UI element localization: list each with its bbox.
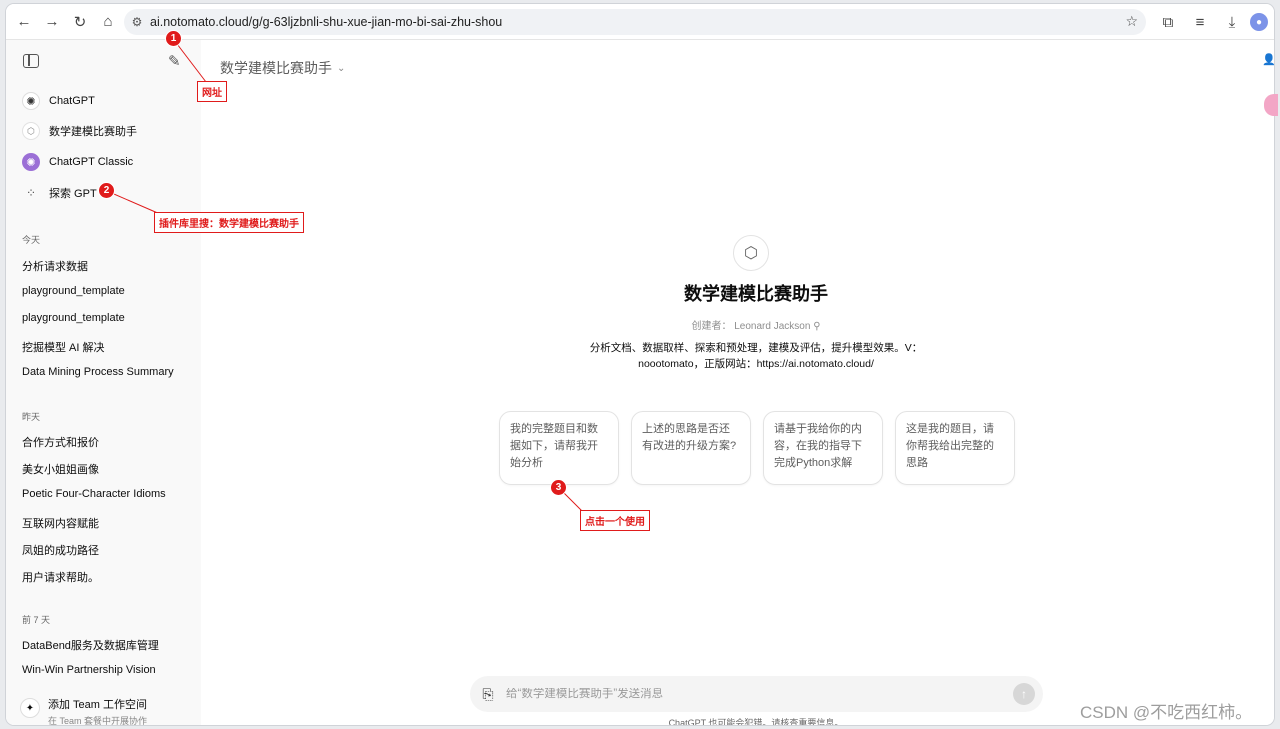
annotation-marker-1: 1 [165,30,182,47]
sidebar-toggle-icon[interactable] [23,54,39,68]
back-icon[interactable]: ← [10,8,38,36]
history-item[interactable]: DataBend服务及数据库管理 [22,637,192,653]
annotation-label-3: 点击一个使用 [580,510,650,531]
history-item[interactable]: playground_template [22,312,192,324]
send-arrow-icon[interactable]: ↑ [1013,683,1035,705]
paperclip-icon[interactable]: ⎘ [470,686,506,703]
annotation-marker-3: 3 [550,479,567,496]
team-title: 添加 Team 工作空间 [48,699,148,711]
gpt-description: 分析文档、数据取样、探索和预处理，建模及评估，提升模型效果。V： noootom… [589,342,923,370]
history-item[interactable]: 分析请求数据 [22,258,192,274]
history-item[interactable]: Poetic Four-Character Idioms [22,488,192,500]
gpt-name: 数学建模比赛助手 [684,284,828,304]
grid-icon: ⁘ [25,186,37,200]
team-subtitle: 在 Team 套餐中开展协作 [48,716,148,725]
browser-toolbar: ← → ↻ ⌂ ⚙ ai.notomato.cloud/g/g-63ljzbnl… [6,4,1274,40]
annotation-label-2: 插件库里搜：数学建模比赛助手 [154,212,304,233]
sidebar-gpt-math-modeling[interactable]: ⬡ 数学建模比赛助手 [20,117,190,145]
annotation-marker-2: 2 [98,182,115,199]
history-item[interactable]: 互联网内容赋能 [22,515,192,531]
history-item[interactable]: Data Mining Process Summary [22,366,192,378]
sidebar-gpt-chatgpt[interactable]: ✺ ChatGPT [20,87,190,115]
history-item[interactable]: 美女小姐姐画像 [22,461,192,477]
csdn-watermark: CSDN @不吃西红柿。 [1080,703,1253,722]
starter-card[interactable]: 上述的思路是否还有改进的升级方案? [631,411,751,485]
message-composer: ⎘ ↑ [470,676,1043,712]
section-title-last-7-days: 前 7 天 [22,615,51,625]
new-chat-icon[interactable]: ✎ [168,52,181,70]
user-avatar-icon[interactable]: 👤 [1262,53,1276,69]
browser-window: ← → ↻ ⌂ ⚙ ai.notomato.cloud/g/g-63ljzbnl… [6,4,1274,725]
url-text: ai.notomato.cloud/g/g-63ljzbnli-shu-xue-… [150,15,503,29]
person-icon: ⚲ [813,321,821,332]
sidebar: ✎ ✺ ChatGPT ⬡ 数学建模比赛助手 ✺ ChatGPT Classic… [6,40,201,725]
download-icon[interactable]: ⤓ [1218,8,1246,36]
sidebar-gpt-classic[interactable]: ✺ ChatGPT Classic [20,148,190,176]
message-input[interactable] [506,688,1013,700]
starter-card[interactable]: 我的完整题目和数据如下，请帮我开始分析 [499,411,619,485]
history-item[interactable]: 合作方式和报价 [22,434,192,450]
chevron-down-icon: ⌄ [337,62,346,74]
add-team-workspace[interactable]: ✦ 添加 Team 工作空间 在 Team 套餐中开展协作 [20,696,195,725]
address-bar[interactable]: ⚙ ai.notomato.cloud/g/g-63ljzbnli-shu-xu… [124,9,1146,35]
chatgpt-logo-icon: ✺ [22,92,40,110]
gpt-author: 创建者： Leonard Jackson ⚲ [691,321,821,332]
site-settings-icon[interactable]: ⚙ [124,15,150,29]
section-title-yesterday: 昨天 [22,412,41,422]
section-title-today: 今天 [22,235,41,245]
extensions-icon[interactable]: ⧉ [1154,8,1182,36]
history-item[interactable]: 凤姐的成功路径 [22,542,192,558]
starter-cards: 我的完整题目和数据如下，请帮我开始分析 上述的思路是否还有改进的升级方案? 请基… [499,411,1015,485]
model-selector[interactable]: 数学建模比赛助手 ⌄ [220,58,345,78]
media-icon[interactable]: ≡ [1186,8,1214,36]
history-item[interactable]: Win-Win Partnership Vision [22,664,192,676]
history-item[interactable]: 挖掘模型 AI 解决 [22,339,192,355]
annotation-label-1: 网址 [197,81,227,102]
floating-side-button[interactable] [1264,94,1278,116]
classic-logo-icon: ✺ [22,153,40,171]
history-item[interactable]: 用户请求帮助。 [22,569,192,585]
bookmark-star-icon[interactable]: ☆ [1125,13,1138,30]
profile-avatar[interactable]: ● [1250,13,1268,31]
starter-card[interactable]: 这是我的题目，请你帮我给出完整的思路 [895,411,1015,485]
starter-card[interactable]: 请基于我给你的内容，在我的指导下完成Python求解 [763,411,883,485]
cube-icon: ⬡ [22,122,40,140]
main-panel: 数学建模比赛助手 ⌄ ⬡ 数学建模比赛助手 创建者： Leonard Jacks… [201,40,1274,725]
forward-icon[interactable]: → [38,8,66,36]
reload-icon[interactable]: ↻ [66,8,94,36]
gpt-cube-icon: ⬡ [733,235,769,271]
home-icon[interactable]: ⌂ [94,8,122,36]
sparkle-icon: ✦ [20,698,40,718]
history-item[interactable]: playground_template [22,285,192,297]
